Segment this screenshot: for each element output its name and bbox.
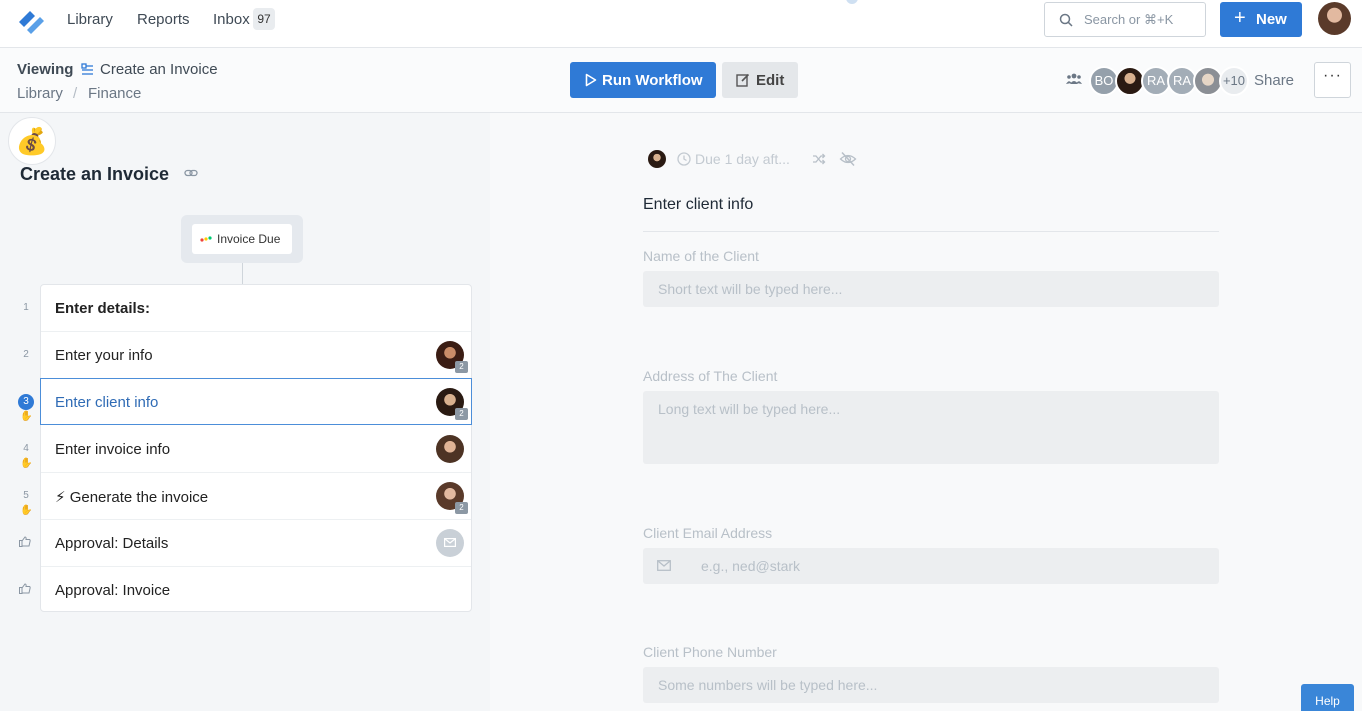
- hand-icon: ✋: [20, 505, 33, 516]
- step-enter-invoice-info[interactable]: Enter invoice info: [41, 426, 471, 473]
- breadcrumb-finance[interactable]: Finance: [88, 85, 141, 102]
- due-date-text[interactable]: Due 1 day aft...: [695, 151, 790, 167]
- step-label: Enter client info: [55, 394, 159, 411]
- breadcrumb-separator: /: [73, 85, 78, 102]
- step-enter-details[interactable]: Enter details:: [41, 285, 471, 332]
- more-options-button[interactable]: ···: [1314, 62, 1351, 98]
- task-detail-panel: Due 1 day aft... Enter client info Name …: [490, 113, 1362, 711]
- trigger-card[interactable]: Invoice Due: [181, 215, 303, 263]
- play-icon: [585, 73, 597, 87]
- hand-icon: ✋: [20, 458, 33, 469]
- search-icon: [1059, 13, 1073, 27]
- nav-inbox[interactable]: Inbox: [213, 11, 250, 28]
- thumbs-up-icon: [19, 536, 31, 547]
- viewing-label: Viewing: [17, 61, 74, 78]
- field-label-client-phone: Client Phone Number: [643, 644, 777, 660]
- hand-icon: ✋: [20, 411, 33, 422]
- step-number-active: 3: [18, 394, 34, 410]
- mail-icon: [444, 538, 456, 547]
- assignee-count-badge: 2: [455, 361, 468, 373]
- workflow-icon: [81, 63, 93, 75]
- eye-off-icon[interactable]: [839, 151, 857, 167]
- run-workflow-button[interactable]: Run Workflow: [570, 62, 716, 98]
- workflow-title[interactable]: Create an Invoice: [100, 61, 218, 78]
- edit-icon: [736, 73, 750, 87]
- step-enter-client-info[interactable]: Enter client info 2: [40, 378, 472, 425]
- help-button[interactable]: Help: [1301, 684, 1354, 711]
- input-placeholder: Some numbers will be typed here...: [658, 677, 878, 693]
- step-list: Enter details: Enter your info 2 Enter c…: [40, 284, 472, 612]
- new-button[interactable]: + New: [1220, 2, 1302, 37]
- trigger-label: Invoice Due: [217, 232, 281, 246]
- people-icon[interactable]: [1066, 72, 1082, 86]
- step-approval-invoice[interactable]: Approval: Invoice: [41, 567, 471, 614]
- step-label: ⚡ Generate the invoice: [55, 489, 209, 506]
- step-label: Enter invoice info: [55, 441, 171, 458]
- inbox-count-badge: 97: [253, 8, 275, 30]
- field-label-client-name: Name of the Client: [643, 248, 759, 264]
- user-avatar[interactable]: [1318, 2, 1351, 35]
- run-workflow-label: Run Workflow: [602, 72, 703, 89]
- new-button-label: New: [1256, 11, 1287, 28]
- connector-line: [242, 263, 243, 284]
- step-enter-your-info[interactable]: Enter your info 2: [41, 332, 471, 379]
- field-label-client-email: Client Email Address: [643, 525, 773, 541]
- app-logo-icon[interactable]: [16, 5, 46, 35]
- step-approval-details[interactable]: Approval: Details: [41, 520, 471, 567]
- input-placeholder: e.g., ned@stark: [701, 558, 801, 574]
- step-label: Approval: Invoice: [55, 582, 171, 599]
- thumbs-up-icon: [19, 583, 31, 594]
- breadcrumb-library[interactable]: Library: [17, 85, 63, 102]
- workflow-outline-panel: 💰 Create an Invoice Invoice Due 1 2 3 ✋ …: [0, 113, 490, 711]
- nav-reports[interactable]: Reports: [137, 11, 190, 28]
- assignee-avatar: [436, 435, 464, 463]
- plus-icon: +: [1234, 7, 1246, 29]
- step-label: Approval: Details: [55, 535, 169, 552]
- step-label: Enter details:: [55, 300, 151, 317]
- envelope-icon: [657, 560, 671, 571]
- link-icon[interactable]: [184, 168, 198, 178]
- workflow-heading: Create an Invoice: [20, 164, 170, 184]
- client-address-textarea[interactable]: Long text will be typed here...: [643, 391, 1219, 464]
- money-bag-icon: 💰: [8, 117, 56, 165]
- edit-button[interactable]: Edit: [722, 62, 798, 98]
- step-label: Enter your info: [55, 347, 153, 364]
- share-button[interactable]: Share: [1254, 72, 1294, 89]
- step-number: 1: [23, 302, 29, 313]
- notification-dot: [846, 0, 858, 4]
- shuffle-icon[interactable]: [812, 153, 826, 165]
- assignee-count-badge: 2: [455, 502, 468, 514]
- assignee-avatar[interactable]: [648, 150, 666, 168]
- monday-icon: [200, 236, 212, 242]
- edit-label: Edit: [756, 72, 785, 89]
- step-generate-invoice[interactable]: ⚡ Generate the invoice 2: [41, 473, 471, 520]
- step-number: 2: [23, 349, 29, 360]
- assignee-count-badge: 2: [455, 408, 468, 420]
- field-label-client-address: Address of The Client: [643, 368, 778, 384]
- task-title: Enter client info: [643, 196, 754, 213]
- workflow-header: Viewing Create an Invoice Library / Fina…: [0, 48, 1362, 113]
- step-number: 5: [23, 490, 29, 501]
- textarea-placeholder: Long text will be typed here...: [658, 401, 841, 417]
- search-box[interactable]: Search or ⌘+K: [1044, 2, 1206, 37]
- client-email-input[interactable]: e.g., ned@stark: [643, 548, 1219, 584]
- step-number: 4: [23, 443, 29, 454]
- search-placeholder: Search or ⌘+K: [1084, 12, 1174, 27]
- top-navigation: Library Reports Inbox 97 Search or ⌘+K +…: [0, 0, 1362, 48]
- more-members-count[interactable]: +10: [1219, 66, 1249, 96]
- divider: [643, 231, 1219, 232]
- client-phone-input[interactable]: Some numbers will be typed here...: [643, 667, 1219, 703]
- email-assignee-avatar: [436, 529, 464, 557]
- trigger-chip: Invoice Due: [192, 224, 292, 254]
- clock-icon: [677, 152, 691, 166]
- nav-library[interactable]: Library: [67, 11, 113, 28]
- client-name-input[interactable]: Short text will be typed here...: [643, 271, 1219, 307]
- input-placeholder: Short text will be typed here...: [658, 281, 843, 297]
